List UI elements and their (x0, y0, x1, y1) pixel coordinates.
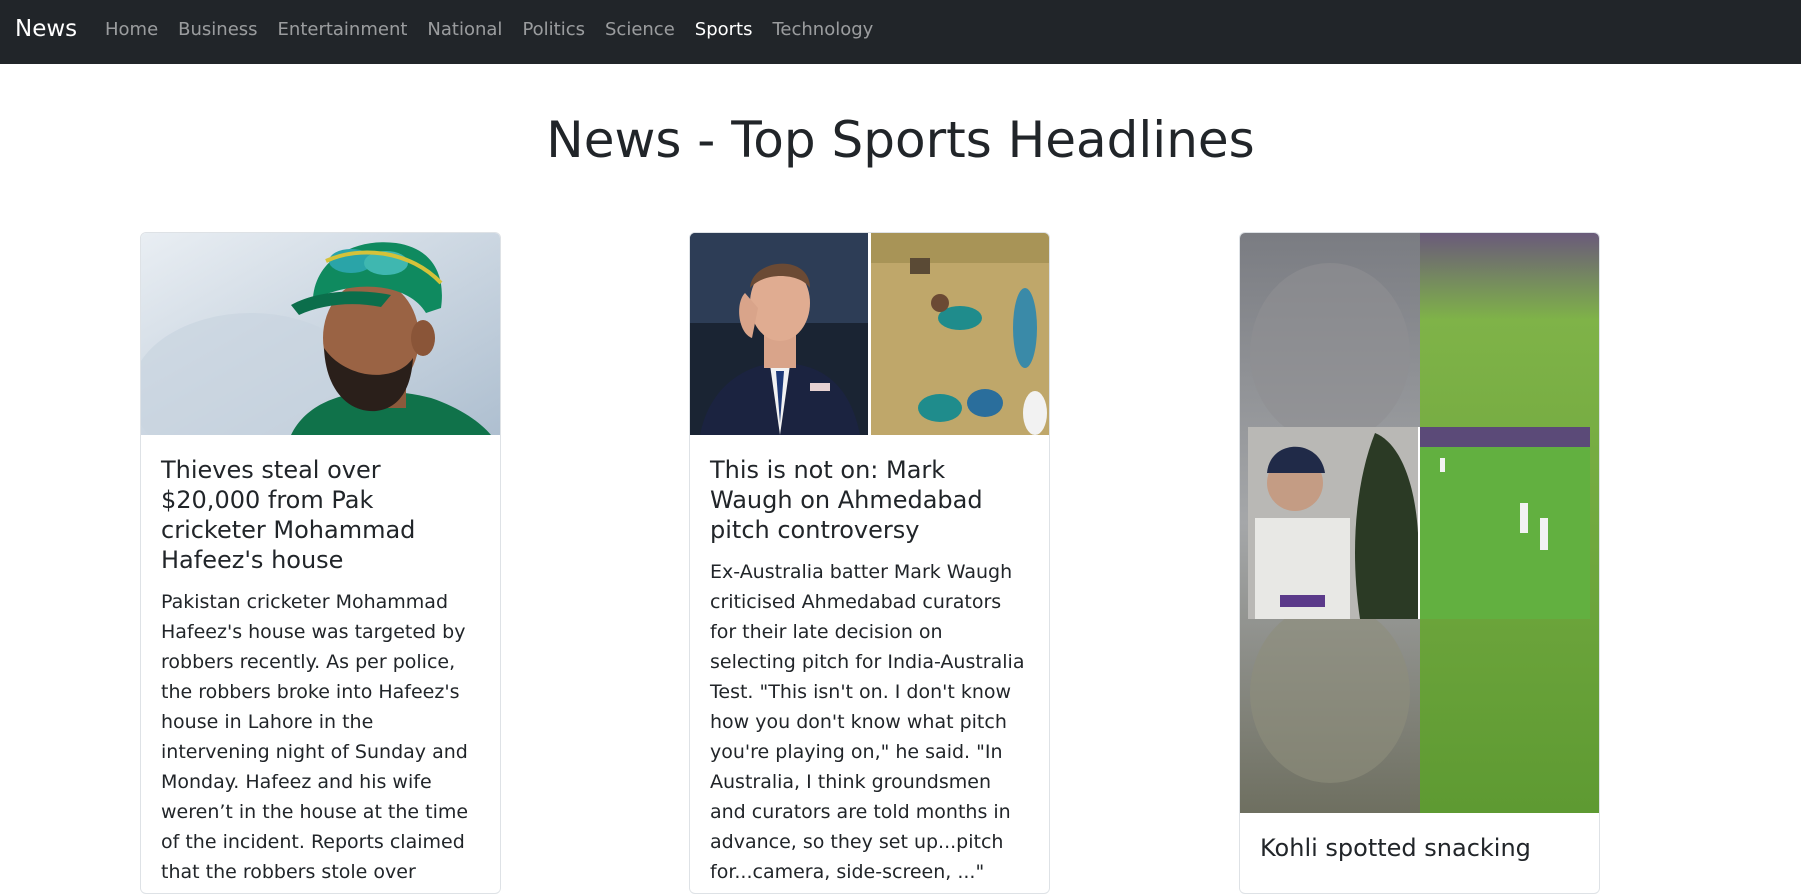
nav-link-technology[interactable]: Technology (762, 16, 883, 44)
nav-link-business[interactable]: Business (168, 16, 267, 44)
card-title[interactable]: This is not on: Mark Waugh on Ahmedabad … (710, 455, 1029, 545)
nav-link-national[interactable]: National (417, 16, 512, 44)
card-text: Pakistan cricketer Mohammad Hafeez's hou… (161, 591, 469, 893)
nav-link-sports[interactable]: Sports (685, 16, 763, 44)
card-image-kohli-collage (1240, 233, 1599, 813)
navbar-brand[interactable]: News (15, 14, 77, 44)
page-title: News - Top Sports Headlines (546, 111, 1255, 169)
nav-link-home[interactable]: Home (105, 16, 168, 44)
card-title[interactable]: Kohli spotted snacking (1260, 833, 1579, 863)
nav-link-entertainment[interactable]: Entertainment (268, 16, 418, 44)
card-body: Thieves steal over $20,000 from Pak cric… (141, 435, 500, 893)
nav-links: Home Business Entertainment National Pol… (105, 16, 883, 44)
nav-link-politics[interactable]: Politics (512, 16, 595, 44)
kohli-collage-image (1240, 233, 1599, 813)
news-card: Thieves steal over $20,000 from Pak cric… (140, 232, 501, 894)
card-image-pitch-collage (690, 233, 1049, 435)
pitch-collage-image (690, 233, 1049, 435)
cricketer-portrait-image (141, 233, 500, 435)
news-card: This is not on: Mark Waugh on Ahmedabad … (689, 232, 1050, 894)
card-image-cricketer-portrait (141, 233, 500, 435)
nav-link-science[interactable]: Science (595, 16, 685, 44)
card-body: This is not on: Mark Waugh on Ahmedabad … (690, 435, 1049, 893)
card-title[interactable]: Thieves steal over $20,000 from Pak cric… (161, 455, 480, 575)
card-text: Ex-Australia batter Mark Waugh criticise… (710, 561, 1025, 883)
top-navbar: News Home Business Entertainment Nationa… (0, 0, 1801, 64)
card-body: Kohli spotted snacking (1240, 813, 1599, 893)
news-card: Kohli spotted snacking (1239, 232, 1600, 894)
